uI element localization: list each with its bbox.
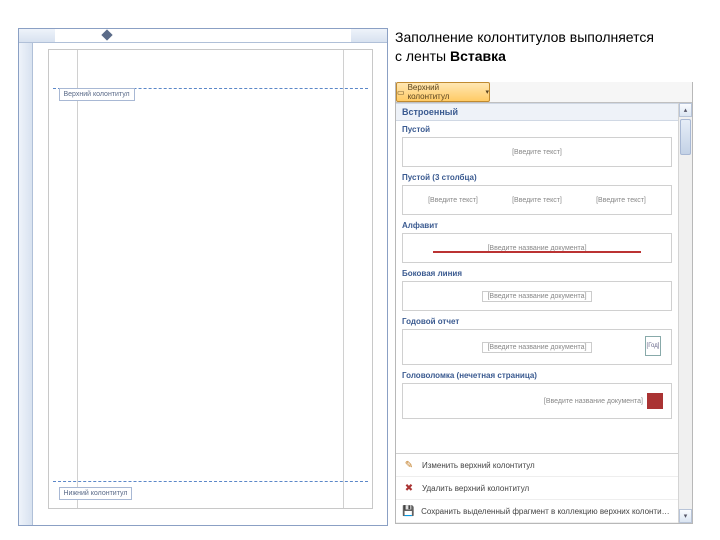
gallery-item-title: Боковая линия <box>402 269 672 278</box>
color-swatch <box>647 393 663 409</box>
header-ribbon-button[interactable]: ▭ Верхний колонтитул ▾ <box>396 82 490 102</box>
scroll-thumb[interactable] <box>680 119 691 155</box>
caption-text: Заполнение колонтитулов выполняется с ле… <box>395 28 705 66</box>
edit-icon: ✎ <box>402 458 416 472</box>
menu-label: Удалить верхний колонтитул <box>422 484 529 493</box>
gallery-item-title: Головоломка (нечетная страница) <box>402 371 672 380</box>
edit-header-menu-item[interactable]: ✎ Изменить верхний колонтитул <box>396 454 678 477</box>
gallery-preview: [Введите название документа] [Год] <box>402 329 672 365</box>
delete-icon: ✖ <box>402 481 416 495</box>
page-area: Верхний колонтитул Нижний колонтитул <box>33 43 387 525</box>
gallery-item[interactable]: Пустой [Введите текст] <box>396 121 678 169</box>
scroll-down-button[interactable]: ▾ <box>679 509 692 523</box>
remove-header-menu-item[interactable]: ✖ Удалить верхний колонтитул <box>396 477 678 500</box>
footer-tab-label[interactable]: Нижний колонтитул <box>59 487 133 500</box>
save-selection-menu-item[interactable]: 💾 Сохранить выделенный фрагмент в коллек… <box>396 500 678 523</box>
page[interactable]: Верхний колонтитул Нижний колонтитул <box>48 49 373 509</box>
save-icon: 💾 <box>402 504 415 518</box>
gallery-preview: [Введите текст] <box>402 137 672 167</box>
gallery-item-title: Пустой (3 столбца) <box>402 173 672 182</box>
gallery-item[interactable]: Головоломка (нечетная страница) [Введите… <box>396 367 678 421</box>
footer-boundary <box>53 481 368 482</box>
gallery-item-title: Пустой <box>402 125 672 134</box>
gallery-scrollbar[interactable]: ▴ ▾ <box>678 103 692 523</box>
gallery-section-builtin: Встроенный <box>396 103 678 121</box>
header-gallery-dropdown: ▭ Верхний колонтитул ▾ ▴ ▾ Встроенный Пу… <box>395 82 693 524</box>
gallery-item[interactable]: Боковая линия [Введите название документ… <box>396 265 678 313</box>
menu-label: Сохранить выделенный фрагмент в коллекци… <box>421 507 672 516</box>
gallery-preview: [Введите название документа] <box>402 281 672 311</box>
menu-label: Изменить верхний колонтитул <box>422 461 535 470</box>
horizontal-ruler[interactable] <box>19 29 387 43</box>
page-icon: ▭ <box>397 88 405 97</box>
gallery-preview: [Введите текст] [Введите текст] [Введите… <box>402 185 672 215</box>
word-document-window: Верхний колонтитул Нижний колонтитул <box>18 28 388 526</box>
gallery-preview: [Введите название документа] <box>402 233 672 263</box>
header-button-label: Верхний колонтитул <box>408 83 483 101</box>
scroll-up-button[interactable]: ▴ <box>679 103 692 117</box>
header-tab-label[interactable]: Верхний колонтитул <box>59 88 135 101</box>
gallery-item[interactable]: Пустой (3 столбца) [Введите текст] [Введ… <box>396 169 678 217</box>
gallery-item[interactable]: Годовой отчет [Введите название документ… <box>396 313 678 367</box>
gallery-item-title: Годовой отчет <box>402 317 672 326</box>
vertical-ruler[interactable] <box>19 43 33 525</box>
chevron-down-icon: ▾ <box>485 88 489 96</box>
gallery-footer-menu: ✎ Изменить верхний колонтитул ✖ Удалить … <box>396 453 678 523</box>
header-gallery: Встроенный Пустой [Введите текст] Пустой… <box>396 103 678 467</box>
gallery-item-title: Алфавит <box>402 221 672 230</box>
gallery-item[interactable]: Алфавит [Введите название документа] <box>396 217 678 265</box>
gallery-preview: [Введите название документа] <box>402 383 672 419</box>
